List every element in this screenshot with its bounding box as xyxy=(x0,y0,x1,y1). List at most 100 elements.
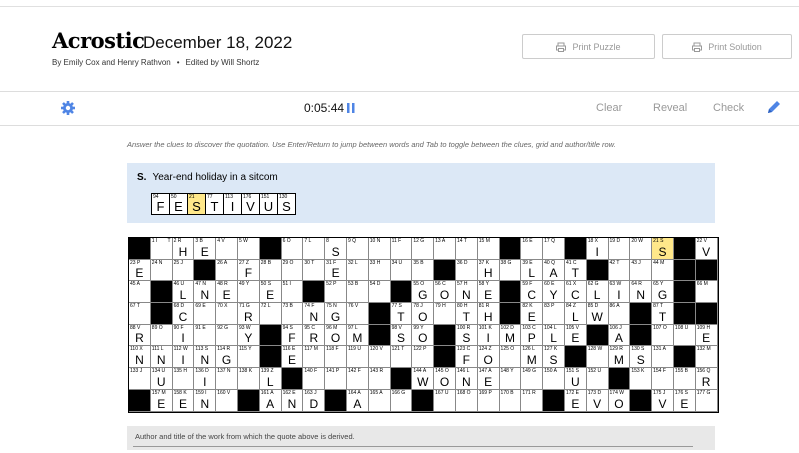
grid-cell[interactable]: 73 B xyxy=(281,303,304,325)
grid-cell[interactable]: 84 ZL xyxy=(564,303,587,325)
grid-cell[interactable]: 12 G xyxy=(412,238,435,260)
grid-cell[interactable]: 140 F xyxy=(303,368,326,390)
clue-answer-cell[interactable]: 94 F xyxy=(152,194,170,214)
grid-cell[interactable]: 23 PE xyxy=(129,259,151,282)
clue-answer-cell[interactable]: 50 E xyxy=(170,194,188,214)
grid-cell[interactable]: 145 OO xyxy=(434,368,456,390)
grid-cell[interactable]: 132 M xyxy=(695,346,718,369)
grid-cell[interactable]: 176 SE xyxy=(673,389,696,412)
grid-cell[interactable]: 135 H xyxy=(172,368,195,390)
grid-cell[interactable]: 161 AA xyxy=(259,389,282,412)
grid-cell[interactable]: 133 J xyxy=(129,368,151,390)
grid-cell[interactable]: 152 U xyxy=(586,368,609,390)
grid-cell[interactable]: 38 G xyxy=(499,259,522,282)
reveal-button[interactable]: Reveal xyxy=(653,102,687,114)
grid-cell[interactable]: 15 M xyxy=(477,238,500,260)
grid-cell[interactable]: 118 F xyxy=(325,346,347,369)
grid-cell[interactable]: 42 T xyxy=(608,259,631,282)
grid-cell[interactable]: 57 HN xyxy=(455,281,478,304)
grid-cell[interactable]: 79 H xyxy=(434,303,456,325)
grid-cell[interactable]: 89 O xyxy=(150,324,173,347)
grid-cell[interactable]: 18 XI xyxy=(586,238,609,260)
grid-cell[interactable]: 153 K xyxy=(630,368,653,390)
grid-cell[interactable]: 98 VS xyxy=(390,324,413,347)
grid-cell[interactable]: 28 B xyxy=(259,259,282,282)
grid-cell[interactable]: 168 O xyxy=(455,389,478,412)
clue-answer-cell[interactable]: 21 S xyxy=(188,194,206,214)
grid-cell[interactable]: 91 E xyxy=(194,324,217,347)
grid-cell[interactable]: 106 JA xyxy=(608,324,631,347)
gear-icon[interactable] xyxy=(60,100,76,116)
grid-cell[interactable]: 3 BE xyxy=(194,238,217,260)
grid-cell[interactable]: 108 U xyxy=(673,324,696,347)
print-solution-button[interactable]: Print Solution xyxy=(662,34,792,59)
grid-cell[interactable]: 90 FI xyxy=(172,324,195,347)
grid-cell[interactable]: 61 XC xyxy=(564,281,587,304)
grid-cell[interactable]: 137 N xyxy=(216,368,238,390)
grid-cell[interactable]: 51 I xyxy=(281,281,304,304)
grid-cell[interactable]: 175 JV xyxy=(652,389,674,412)
grid-cell[interactable]: 60 EY xyxy=(543,281,565,304)
grid-cell[interactable]: 72 L xyxy=(259,303,282,325)
grid-cell[interactable]: 33 H xyxy=(368,259,391,282)
grid-cell[interactable]: 143 R xyxy=(368,368,391,390)
grid-cell[interactable]: 39 EL xyxy=(521,259,544,282)
grid-cell[interactable]: 121 T xyxy=(390,346,413,369)
grid-cell[interactable]: 117 M xyxy=(303,346,326,369)
grid-cell[interactable]: 134 UU xyxy=(150,368,173,390)
grid-cell[interactable]: 14 T xyxy=(455,238,478,260)
grid-cell[interactable]: 44 M xyxy=(652,259,674,282)
grid-cell[interactable]: 65 YG xyxy=(652,281,674,304)
grid-cell[interactable]: 100 RS xyxy=(455,324,478,347)
grid-cell[interactable]: 30 T xyxy=(303,259,326,282)
grid-cell[interactable]: 109 HE xyxy=(695,324,718,347)
grid-cell[interactable]: 141 P xyxy=(325,368,347,390)
grid-cell[interactable]: 63 WI xyxy=(608,281,631,304)
grid-cell[interactable]: 119 U xyxy=(346,346,369,369)
grid-cell[interactable]: 29 O xyxy=(281,259,304,282)
grid-cell[interactable]: 85 DW xyxy=(586,303,609,325)
grid-cell[interactable]: 92 G xyxy=(216,324,238,347)
print-puzzle-button[interactable]: Print Puzzle xyxy=(522,34,655,59)
clear-button[interactable]: Clear xyxy=(596,102,622,114)
grid-cell[interactable]: 155 B xyxy=(673,368,696,390)
grid-cell[interactable]: 53 B xyxy=(346,281,369,304)
grid-cell[interactable]: 111 LN xyxy=(150,346,173,369)
grid-cell[interactable]: 31 FE xyxy=(325,259,347,282)
grid-cell[interactable]: 68 DC xyxy=(172,303,195,325)
grid-cell[interactable]: 13 A xyxy=(434,238,456,260)
grid-cell[interactable]: 171 R xyxy=(521,389,544,412)
grid-cell[interactable]: 150 A xyxy=(543,368,565,390)
grid-cell[interactable]: 103 CP xyxy=(521,324,544,347)
grid-cell[interactable]: 67 T xyxy=(129,303,151,325)
grid-cell[interactable]: 7 L xyxy=(303,238,326,260)
grid-cell[interactable]: 97 LM xyxy=(346,324,369,347)
grid-cell[interactable]: 19 D xyxy=(608,238,631,260)
grid-cell[interactable]: 35 B xyxy=(412,259,435,282)
grid-cell[interactable]: 114 RG xyxy=(216,346,238,369)
grid-cell[interactable]: 115 Y xyxy=(237,346,260,369)
grid-cell[interactable]: 146 LN xyxy=(455,368,478,390)
pause-icon[interactable] xyxy=(347,103,355,113)
grid-cell[interactable]: 45 A xyxy=(129,281,151,304)
grid-cell[interactable]: 110 XN xyxy=(129,346,151,369)
grid-cell[interactable]: 170 B xyxy=(499,389,522,412)
grid-cell[interactable]: 54 D xyxy=(368,281,391,304)
grid-cell[interactable]: 74 FN xyxy=(303,303,326,325)
grid-cell[interactable]: 101 KI xyxy=(477,324,500,347)
check-button[interactable]: Check xyxy=(713,102,744,114)
grid-cell[interactable]: 126 LM xyxy=(521,346,544,369)
grid-cell[interactable]: 129 RM xyxy=(608,346,631,369)
grid-cell[interactable]: 107 O xyxy=(652,324,674,347)
grid-cell[interactable]: 131 A xyxy=(652,346,674,369)
grid-cell[interactable]: 47 NN xyxy=(194,281,217,304)
grid-cell[interactable]: 159 IN xyxy=(194,389,217,412)
grid-cell[interactable]: 87 TT xyxy=(652,303,674,325)
grid-cell[interactable]: 81 RH xyxy=(477,303,500,325)
grid-cell[interactable]: 20 W xyxy=(630,238,653,260)
grid-cell[interactable]: 99 YO xyxy=(412,324,435,347)
grid-cell[interactable]: 77 ST xyxy=(390,303,413,325)
grid-cell[interactable]: 6 O xyxy=(281,238,304,260)
grid-cell[interactable]: 80 HT xyxy=(455,303,478,325)
grid-cell[interactable]: 148 Y xyxy=(499,368,522,390)
